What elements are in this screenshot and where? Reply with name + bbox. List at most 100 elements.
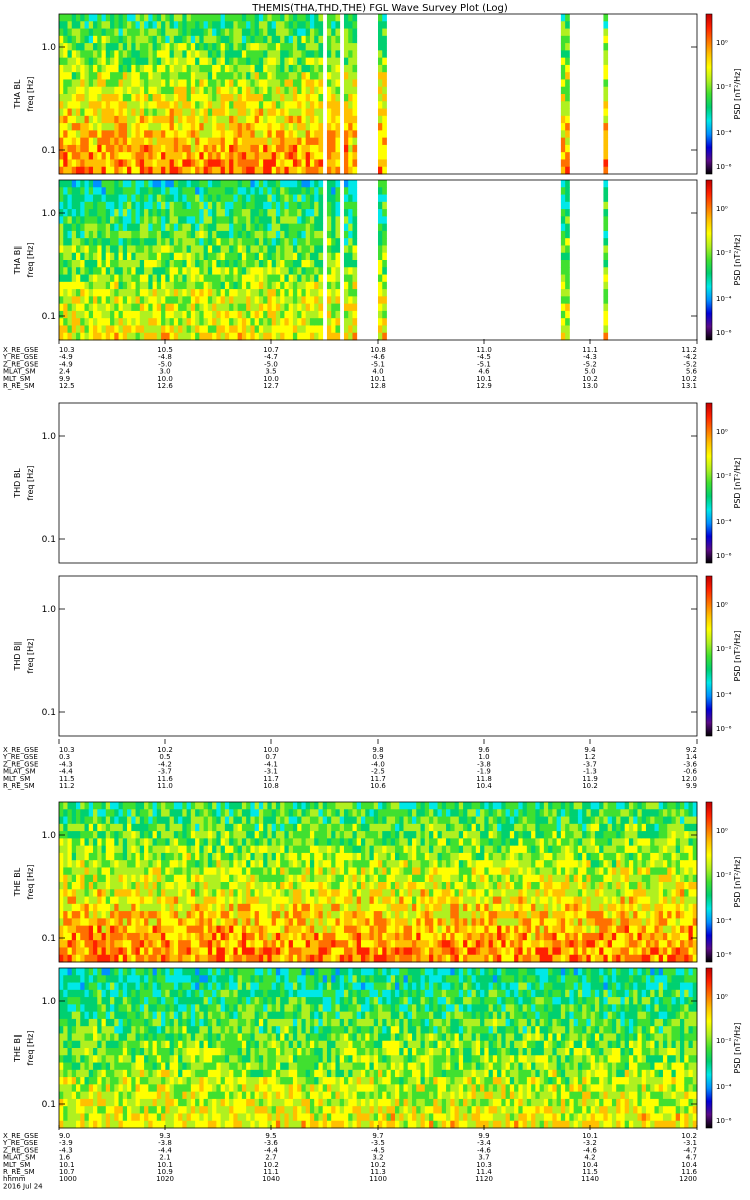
colorbar-tick-label: 10⁰ — [716, 39, 728, 47]
ephemeris-value: 13.1 — [681, 382, 697, 390]
ephemeris-value: 13.0 — [582, 382, 598, 390]
colorbar-tick-label: 10⁻² — [716, 1037, 732, 1045]
ephemeris-value: 10.8 — [263, 782, 279, 790]
ephemeris-value: 10.6 — [370, 782, 386, 790]
colorbar-label: PSD [nT²/Hz] — [733, 235, 742, 286]
spectrogram-panel-thd-bpar: 1.0 0.1 THD B∥ freq [Hz] 10⁰ 10⁻² 10⁻⁴ 10⁻⁶ PSD … — [13, 575, 742, 737]
y-axis-freq-label: freq [Hz] — [26, 466, 35, 501]
colorbar — [705, 801, 713, 963]
y-axis-freq-label: freq [Hz] — [26, 639, 35, 674]
y-tick-label: 1.0 — [42, 43, 57, 53]
y-tick-label: 1.0 — [42, 209, 57, 219]
y-axis-freq-label: freq [Hz] — [26, 77, 35, 112]
y-axis-freq-label: freq [Hz] — [26, 243, 35, 278]
ephemeris-value: 10.2 — [582, 782, 598, 790]
colorbar-tick-label: 10⁰ — [716, 827, 728, 835]
colorbar-label: PSD [nT²/Hz] — [733, 69, 742, 120]
colorbar-tick-label: 10⁻² — [716, 472, 732, 480]
ephemeris-table-tha: X_RE_GSEY_RE_GSEZ_RE_GSEMLAT_SMMLT_SMR_R… — [2, 339, 698, 390]
y-axis-freq-label: freq [Hz] — [26, 1031, 35, 1066]
colorbar-tick-label: 10⁻² — [716, 645, 732, 653]
colorbar-label: PSD [nT²/Hz] — [733, 458, 742, 509]
ephemeris-value: 9.9 — [686, 782, 697, 790]
ephemeris-row-label: 2016 Jul 24 — [3, 1182, 43, 1190]
colorbar — [705, 575, 713, 737]
panel-frame — [58, 402, 698, 564]
colorbar-tick-label: 10⁻⁶ — [716, 1117, 732, 1125]
ephemeris-table-the: X_RE_GSEY_RE_GSEZ_RE_GSEMLAT_SMMLT_SMR_R… — [2, 1125, 698, 1190]
colorbar-tick-label: 10⁰ — [716, 428, 728, 436]
y-tick-label: 0.1 — [42, 1100, 56, 1110]
y-tick-label: 0.1 — [42, 934, 56, 944]
colorbar-tick-label: 10⁻⁶ — [716, 725, 732, 733]
spectrogram-cells — [59, 802, 698, 963]
y-tick-label: 1.0 — [42, 432, 57, 442]
ephemeris-value: 11.2 — [59, 782, 75, 790]
colorbar-tick-label: 10⁰ — [716, 601, 728, 609]
colorbar — [705, 967, 713, 1129]
spectrogram-panel-tha-bpar: 1.0 0.1 THA B∥ freq [Hz] 10⁰ 10⁻² 10⁻⁴ 10⁻⁶ PSD … — [13, 179, 742, 341]
y-axis-probe-label: THA B∥ — [13, 246, 22, 275]
ephemeris-value: 12.7 — [263, 382, 279, 390]
ephemeris-value: 12.6 — [157, 382, 173, 390]
colorbar-tick-label: 10⁻² — [716, 249, 732, 257]
colorbar-label: PSD [nT²/Hz] — [733, 631, 742, 682]
y-tick-label: 1.0 — [42, 605, 57, 615]
ephemeris-value: 1200 — [679, 1175, 697, 1183]
colorbar-label: PSD [nT²/Hz] — [733, 1023, 742, 1074]
ephemeris-value: 1100 — [369, 1175, 387, 1183]
colorbar-tick-label: 10⁻⁴ — [716, 518, 732, 526]
ephemeris-row-label: R_RE_SM — [3, 382, 35, 390]
spectrogram-panel-the-bpar: 1.0 0.1 THE B∥ freq [Hz] 10⁰ 10⁻² 10⁻⁴ 10⁻⁶ PSD … — [13, 967, 742, 1129]
y-axis-probe-label: THA BL — [13, 79, 22, 109]
colorbar-tick-label: 10⁻⁴ — [716, 691, 732, 699]
y-tick-label: 0.1 — [42, 708, 56, 718]
spectrogram-panel-the-bl: 1.0 0.1 THE BL freq [Hz] 10⁰ 10⁻² 10⁻⁴ 10⁻⁶ PSD … — [13, 801, 742, 963]
colorbar-tick-label: 10⁻⁴ — [716, 1083, 732, 1091]
ephemeris-value: 11.0 — [157, 782, 173, 790]
ephemeris-value: 1140 — [581, 1175, 599, 1183]
ephemeris-value: 12.5 — [59, 382, 75, 390]
spectrogram-panel-tha-bl: 1.0 0.1 THA BL freq [Hz] 10⁰ 10⁻² 10⁻⁴ 10⁻⁶ PSD … — [13, 13, 742, 175]
y-axis-freq-label: freq [Hz] — [26, 865, 35, 900]
ephemeris-row-label: R_RE_SM — [3, 782, 35, 790]
colorbar — [705, 179, 713, 341]
colorbar — [705, 402, 713, 564]
colorbar-tick-label: 10⁻⁶ — [716, 552, 732, 560]
colorbar-tick-label: 10⁻⁶ — [716, 951, 732, 959]
colorbar-tick-label: 10⁻⁴ — [716, 917, 732, 925]
colorbar-tick-label: 10⁻⁶ — [716, 329, 732, 337]
colorbar — [705, 13, 713, 175]
y-tick-label: 0.1 — [42, 535, 56, 545]
colorbar-label: PSD [nT²/Hz] — [733, 857, 742, 908]
spectrogram-cells — [59, 180, 609, 341]
ephemeris-value: 1000 — [59, 1175, 77, 1183]
ephemeris-value: 10.4 — [476, 782, 492, 790]
ephemeris-value: 1020 — [156, 1175, 174, 1183]
wave-survey-figure: THEMIS(THA,THD,THE) FGL Wave Survey Plot… — [2, 3, 742, 1190]
y-axis-probe-label: THE B∥ — [13, 1034, 22, 1063]
spectrogram-cells — [59, 14, 609, 175]
y-tick-label: 0.1 — [42, 312, 56, 322]
ephemeris-value: 1040 — [262, 1175, 280, 1183]
colorbar-tick-label: 10⁰ — [716, 205, 728, 213]
ephemeris-table-thd: X_RE_GSEY_RE_GSEZ_RE_GSEMLAT_SMMLT_SMR_R… — [2, 739, 698, 790]
y-tick-label: 1.0 — [42, 831, 57, 841]
ephemeris-value: 12.8 — [370, 382, 386, 390]
y-axis-probe-label: THE BL — [13, 867, 22, 897]
ephemeris-value: 12.9 — [476, 382, 492, 390]
plot-title: THEMIS(THA,THD,THE) FGL Wave Survey Plot… — [251, 3, 508, 14]
y-axis-probe-label: THD BL — [13, 468, 22, 499]
colorbar-tick-label: 10⁻² — [716, 83, 732, 91]
colorbar-tick-label: 10⁻⁴ — [716, 295, 732, 303]
y-tick-label: 0.1 — [42, 146, 56, 156]
spectrogram-panel-thd-bl: 1.0 0.1 THD BL freq [Hz] 10⁰ 10⁻² 10⁻⁴ 10⁻⁶ PSD … — [13, 402, 742, 564]
colorbar-tick-label: 10⁻⁴ — [716, 129, 732, 137]
y-tick-label: 1.0 — [42, 997, 57, 1007]
spectrogram-cells — [59, 968, 698, 1129]
colorbar-tick-label: 10⁰ — [716, 993, 728, 1001]
colorbar-tick-label: 10⁻⁶ — [716, 163, 732, 171]
y-axis-probe-label: THD B∥ — [13, 641, 22, 671]
panel-frame — [58, 575, 698, 737]
colorbar-tick-label: 10⁻² — [716, 871, 732, 879]
